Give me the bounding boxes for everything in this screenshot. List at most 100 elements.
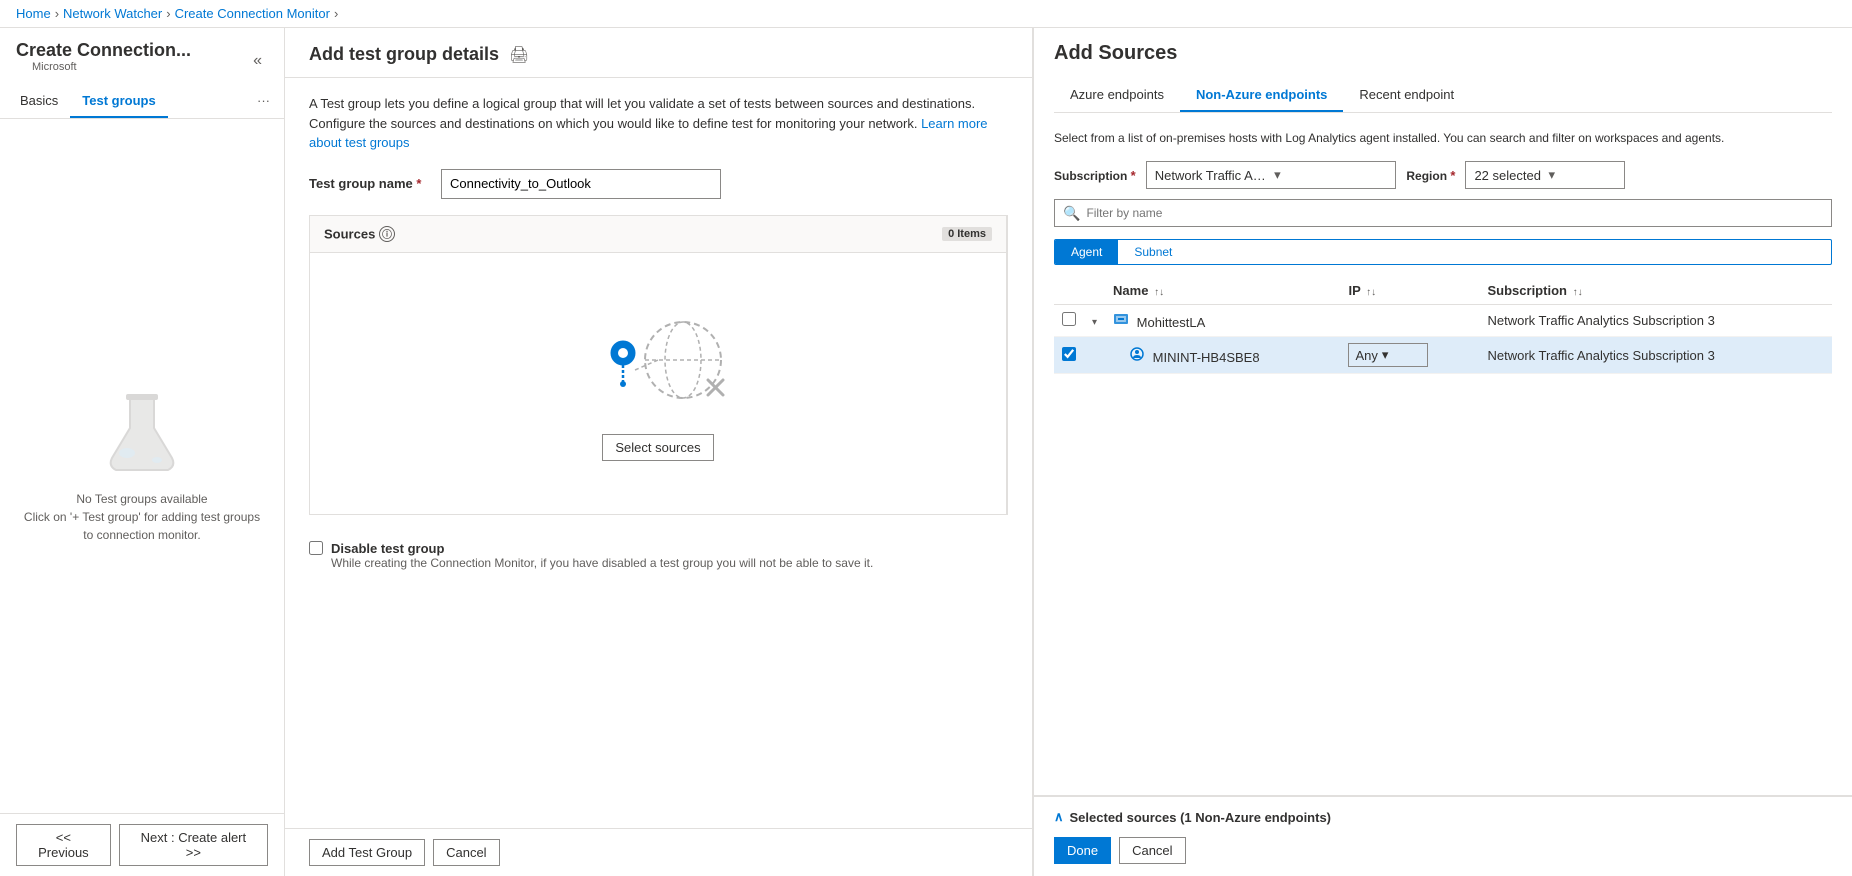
row-checkbox-agent[interactable] bbox=[1062, 347, 1076, 361]
right-panel-title: Add Sources bbox=[1054, 42, 1832, 65]
table-header: Name ↑↓ IP ↑↓ Subscription ↑↓ bbox=[1054, 277, 1832, 305]
row-expander-icon[interactable]: ▾ bbox=[1092, 317, 1097, 328]
panel-header: Add test group details 🖨 bbox=[285, 28, 1032, 78]
globe-pin-icon bbox=[578, 305, 738, 418]
right-panel-header: Add Sources Azure endpoints Non-Azure en… bbox=[1034, 28, 1852, 113]
agent-subnet-toggle: Agent Subnet bbox=[1054, 239, 1832, 265]
th-name[interactable]: Name ↑↓ bbox=[1105, 277, 1340, 305]
test-group-name-label: Test group name * bbox=[309, 176, 429, 191]
search-icon: 🔍 bbox=[1063, 205, 1080, 222]
filter-row-1: Subscription * Network Traffic Analytics… bbox=[1054, 161, 1832, 227]
sidebar-item-basics[interactable]: Basics bbox=[8, 85, 70, 118]
next-button[interactable]: Next : Create alert >> bbox=[119, 824, 268, 866]
region-dropdown[interactable]: 22 selected ▾ bbox=[1465, 161, 1625, 189]
agents-table: Name ↑↓ IP ↑↓ Subscription ↑↓ ▾ bbox=[1054, 277, 1832, 374]
chevron-up-icon[interactable]: ∧ bbox=[1054, 809, 1064, 825]
sort-ip-icon: ↑↓ bbox=[1366, 287, 1376, 298]
select-sources-button[interactable]: Select sources bbox=[602, 434, 713, 461]
print-icon[interactable]: 🖨 bbox=[509, 45, 529, 65]
form-group-name: Test group name * bbox=[309, 169, 1008, 199]
agent-toggle-button[interactable]: Agent bbox=[1055, 240, 1118, 264]
breadcrumb-home[interactable]: Home bbox=[16, 6, 51, 21]
agent-icon bbox=[1129, 346, 1145, 362]
sidebar-title: Create Connection... Microsoft bbox=[16, 40, 191, 81]
row-name-cell: MohittestLA bbox=[1105, 305, 1340, 337]
sources-info-icon[interactable]: ⓘ bbox=[379, 226, 395, 242]
table-row: MININT-HB4SBE8 Any ▾ Network Traffic Ana… bbox=[1054, 337, 1832, 374]
sidebar-empty-text: No Test groups available Click on '+ Tes… bbox=[20, 490, 264, 544]
tab-non-azure-endpoints[interactable]: Non-Azure endpoints bbox=[1180, 79, 1343, 112]
tab-recent-endpoint[interactable]: Recent endpoint bbox=[1343, 79, 1470, 112]
breadcrumb-create-connection-monitor[interactable]: Create Connection Monitor bbox=[175, 6, 330, 21]
th-expand bbox=[1084, 277, 1105, 305]
selected-sources-label: Selected sources (1 Non-Azure endpoints) bbox=[1070, 810, 1332, 825]
selected-sources-header: ∧ Selected sources (1 Non-Azure endpoint… bbox=[1054, 809, 1832, 825]
tab-azure-endpoints[interactable]: Azure endpoints bbox=[1054, 79, 1180, 112]
sidebar-item-test-groups[interactable]: Test groups bbox=[70, 85, 167, 118]
row-indent-cell bbox=[1084, 337, 1105, 374]
done-button[interactable]: Done bbox=[1054, 837, 1111, 864]
sources-empty: Select sources bbox=[310, 253, 1006, 514]
subnet-toggle-button[interactable]: Subnet bbox=[1118, 240, 1188, 264]
sidebar-header: Create Connection... Microsoft « bbox=[0, 28, 284, 85]
panel-footer: Add Test Group Cancel bbox=[285, 828, 1032, 876]
right-panel-footer: ∧ Selected sources (1 Non-Azure endpoint… bbox=[1034, 795, 1852, 876]
filter-name-search[interactable]: 🔍 bbox=[1054, 199, 1832, 227]
sidebar-nav-more[interactable]: ··· bbox=[251, 85, 276, 118]
cancel-button-main[interactable]: Cancel bbox=[433, 839, 499, 866]
sort-sub-icon: ↑↓ bbox=[1573, 287, 1583, 298]
ip-value: Any bbox=[1355, 348, 1377, 363]
ip-chevron-icon: ▾ bbox=[1382, 347, 1389, 363]
right-panel-body: Select from a list of on-premises hosts … bbox=[1034, 113, 1852, 795]
breadcrumb-network-watcher[interactable]: Network Watcher bbox=[63, 6, 162, 21]
subscription-filter-label: Subscription * bbox=[1054, 168, 1136, 183]
workspace-name: MohittestLA bbox=[1137, 315, 1206, 330]
previous-button[interactable]: << Previous bbox=[16, 824, 111, 866]
sources-destinations: Sources ⓘ 0 Items bbox=[309, 215, 1008, 515]
row-checkbox-cell[interactable] bbox=[1054, 337, 1084, 374]
th-subscription[interactable]: Subscription ↑↓ bbox=[1480, 277, 1833, 305]
footer-buttons: Done Cancel bbox=[1054, 837, 1832, 864]
row-subscription-cell: Network Traffic Analytics Subscription 3 bbox=[1480, 337, 1833, 374]
sidebar-footer: << Previous Next : Create alert >> bbox=[0, 813, 284, 876]
row-ip-cell bbox=[1340, 305, 1479, 337]
disable-group-checkbox[interactable] bbox=[309, 541, 323, 555]
ip-dropdown[interactable]: Any ▾ bbox=[1348, 343, 1428, 367]
row-subscription-cell: Network Traffic Analytics Subscription 3 bbox=[1480, 305, 1833, 337]
filter-name-input[interactable] bbox=[1086, 206, 1823, 220]
row-checkbox-workspace[interactable] bbox=[1062, 312, 1076, 326]
subscription-dropdown[interactable]: Network Traffic Analytics Subscriptio...… bbox=[1146, 161, 1397, 189]
disable-group-label[interactable]: Disable test group bbox=[331, 541, 444, 556]
sidebar-collapse-button[interactable]: « bbox=[247, 50, 268, 72]
agent-name: MININT-HB4SBE8 bbox=[1153, 350, 1260, 365]
sources-panel-header: Sources ⓘ 0 Items bbox=[310, 216, 1006, 253]
region-filter-label: Region * bbox=[1406, 168, 1455, 183]
sort-name-icon: ↑↓ bbox=[1154, 287, 1164, 298]
rp-description: Select from a list of on-premises hosts … bbox=[1054, 129, 1832, 147]
row-expander-cell[interactable]: ▾ bbox=[1084, 305, 1105, 337]
panel-title: Add test group details bbox=[309, 44, 499, 65]
panel-body: A Test group lets you define a logical g… bbox=[285, 78, 1032, 828]
sources-count: 0 Items bbox=[942, 227, 992, 241]
main-panel: Add test group details 🖨 A Test group le… bbox=[285, 28, 1032, 876]
row-ip-cell: Any ▾ bbox=[1340, 337, 1479, 374]
cancel-button-rp[interactable]: Cancel bbox=[1119, 837, 1185, 864]
table-body: ▾ MohittestLA bbox=[1054, 305, 1832, 374]
add-test-group-button[interactable]: Add Test Group bbox=[309, 839, 425, 866]
subscription-value: Network Traffic Analytics Subscriptio... bbox=[1155, 168, 1268, 183]
row-name-cell: MININT-HB4SBE8 bbox=[1105, 337, 1340, 374]
sources-label: Sources ⓘ bbox=[324, 226, 395, 242]
th-ip[interactable]: IP ↑↓ bbox=[1340, 277, 1479, 305]
sidebar-nav: Basics Test groups ··· bbox=[0, 85, 284, 119]
learn-more-link[interactable]: Learn more about test groups bbox=[309, 116, 988, 151]
test-group-name-input[interactable] bbox=[441, 169, 721, 199]
workspace-icon bbox=[1113, 311, 1129, 327]
disable-test-group: Disable test group While creating the Co… bbox=[309, 531, 1008, 580]
row-checkbox-cell[interactable] bbox=[1054, 305, 1084, 337]
subscription-chevron-icon: ▾ bbox=[1274, 167, 1387, 183]
table-row: ▾ MohittestLA bbox=[1054, 305, 1832, 337]
right-panel: Add Sources Azure endpoints Non-Azure en… bbox=[1032, 28, 1852, 876]
sources-panel: Sources ⓘ 0 Items bbox=[310, 216, 1007, 514]
region-chevron-icon: ▾ bbox=[1548, 167, 1616, 183]
main-content: Add test group details 🖨 A Test group le… bbox=[285, 28, 1032, 876]
